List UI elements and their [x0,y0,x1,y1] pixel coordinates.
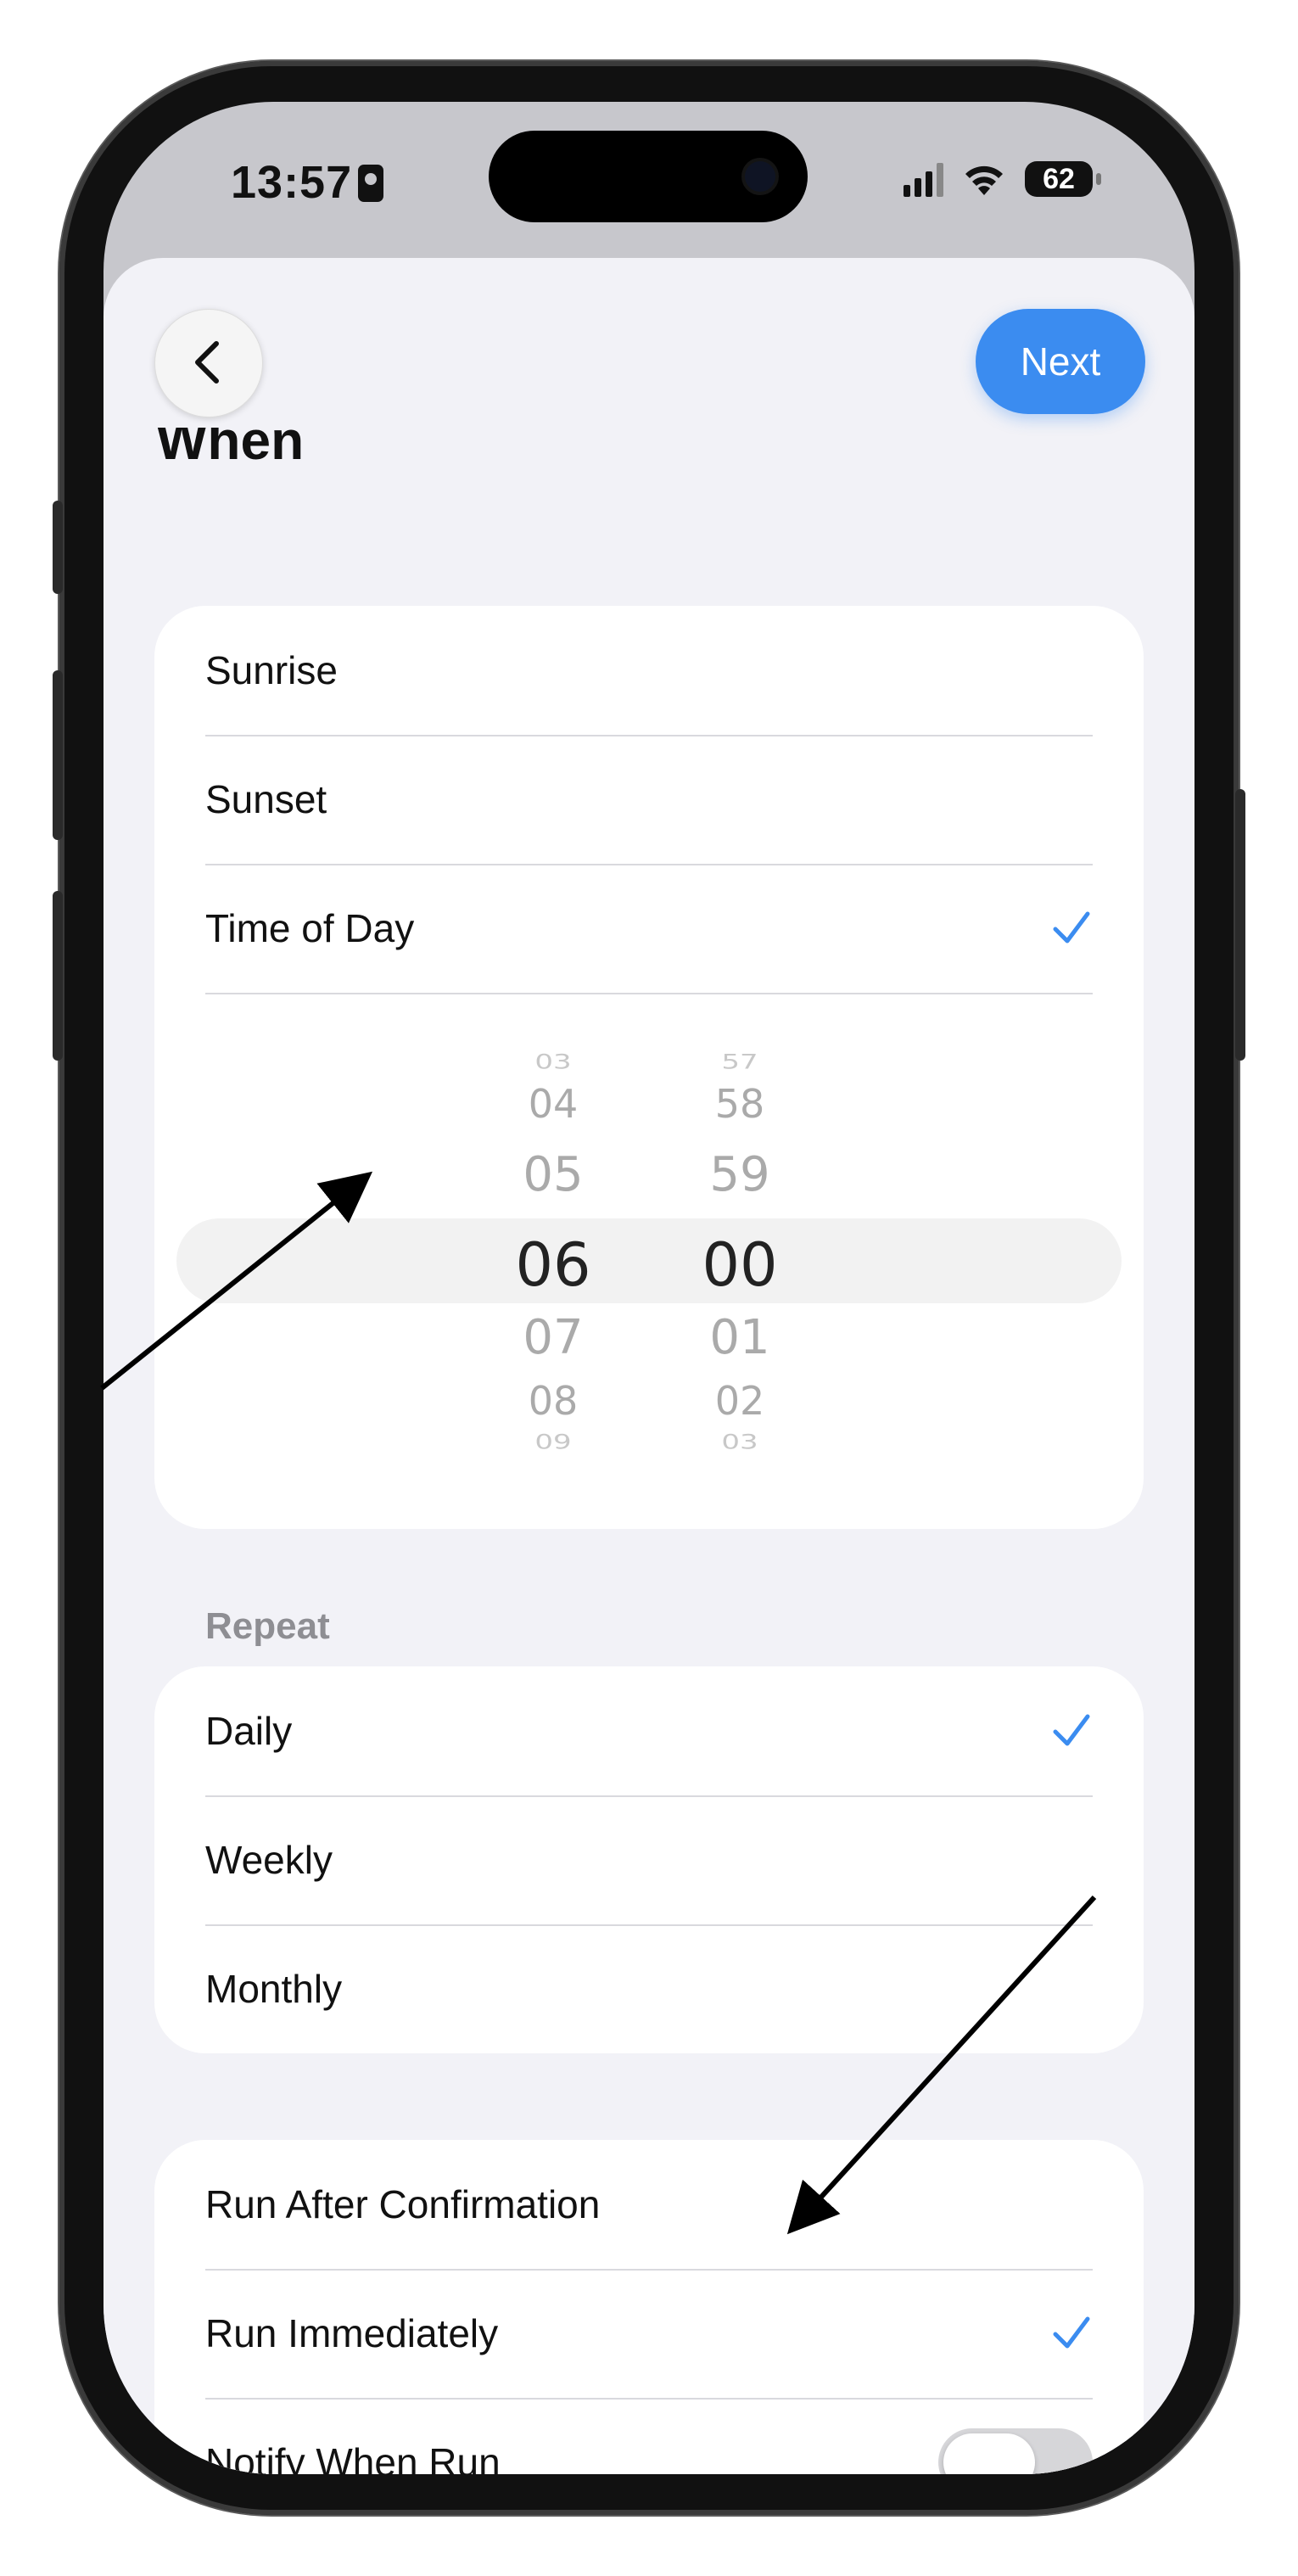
minute-wheel-item: 58 [714,1081,765,1127]
repeat-section-label: Repeat [205,1605,330,1647]
back-button[interactable] [154,309,263,417]
modal-sheet: Next When Sunrise Sunset Time of Day 03 … [104,258,1194,2474]
option-label: Time of Day [205,906,415,950]
status-icons: 62 [904,161,1101,197]
option-label: Sunset [205,777,327,821]
minute-wheel-item: 01 [709,1310,770,1365]
minute-wheel-item: 57 [721,1050,758,1074]
minute-wheel-item: 02 [714,1378,765,1424]
phone-power-button [1235,789,1245,1061]
dynamic-island [489,131,808,222]
checkmark-icon [1053,2316,1090,2349]
run-option-immediately[interactable]: Run Immediately [205,2269,1093,2400]
option-label: Notify When Run [205,2440,501,2474]
phone-volume-down-button [53,891,63,1061]
when-option-sunset[interactable]: Sunset [205,735,1093,865]
checkmark-icon [1053,911,1090,944]
status-time: 13:57 [231,157,353,208]
next-button[interactable]: Next [976,309,1145,414]
time-picker-selection-band [176,1218,1122,1303]
phone-screen: 13:57 62 Next When Sunrise Sunset Time o… [104,102,1194,2474]
option-label: Daily [205,1709,293,1753]
repeat-option-weekly[interactable]: Weekly [205,1795,1093,1926]
hour-wheel-item: 03 [534,1050,572,1074]
battery-level: 62 [1043,162,1075,195]
hour-wheel-item: 04 [528,1081,579,1127]
option-label: Weekly [205,1838,333,1882]
section-title-when: When [156,428,305,470]
option-label: Monthly [205,1967,343,2011]
minute-wheel-item: 59 [709,1147,770,1202]
repeat-options-card: Daily Weekly Monthly [154,1666,1144,2053]
phone-action-button [53,501,63,594]
when-options-card: Sunrise Sunset Time of Day 03 04 05 06 0… [154,606,1144,1529]
option-label: Sunrise [205,648,338,692]
hour-wheel-selected: 06 [515,1230,591,1300]
notify-when-run-toggle[interactable] [938,2428,1093,2474]
repeat-option-monthly[interactable]: Monthly [205,1924,1093,2053]
option-label: Run After Confirmation [205,2182,601,2226]
repeat-option-daily[interactable]: Daily [205,1666,1093,1797]
chevron-left-icon [195,341,219,384]
option-label: Run Immediately [205,2311,499,2355]
run-option-after-confirmation[interactable]: Run After Confirmation [205,2140,1093,2271]
checkmark-icon [1053,1714,1090,1746]
hour-wheel-item: 05 [523,1147,584,1202]
wifi-icon [965,165,1003,195]
run-options-card: Run After Confirmation Run Immediately N… [154,2140,1144,2474]
camera-icon [745,161,775,192]
hour-wheel-item: 09 [534,1431,572,1454]
notify-when-run-row: Notify When Run [205,2398,1093,2474]
id-card-icon [358,165,383,202]
cellular-signal-icon [904,161,943,197]
minute-wheel-selected: 00 [702,1230,778,1300]
phone-volume-up-button [53,670,63,840]
battery-icon: 62 [1025,161,1101,197]
hour-wheel-item: 07 [523,1310,584,1365]
hour-wheel-item: 08 [528,1378,579,1424]
when-option-time-of-day[interactable]: Time of Day [205,864,1093,994]
when-option-sunrise[interactable]: Sunrise [205,606,1093,736]
minute-wheel-item: 03 [721,1431,758,1454]
